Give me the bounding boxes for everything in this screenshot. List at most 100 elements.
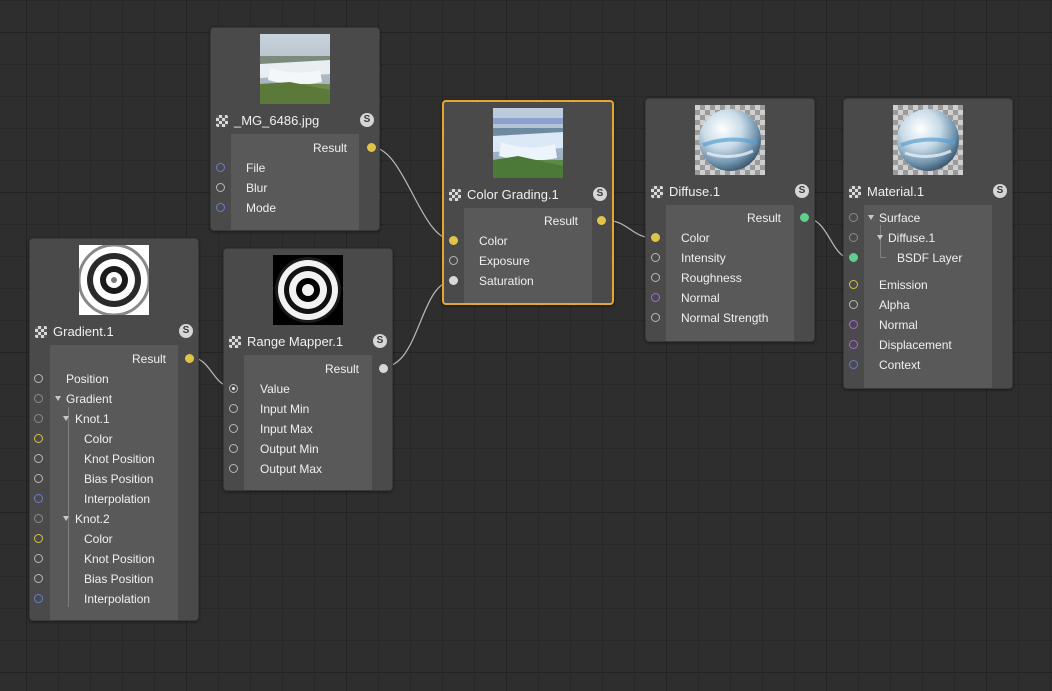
expand-arrow-icon[interactable] [63, 416, 69, 421]
input-port[interactable] [651, 253, 660, 262]
node-title[interactable]: _MG_6486.jpg [234, 113, 319, 128]
input-port[interactable] [34, 454, 43, 463]
input-port[interactable] [849, 233, 858, 242]
input-output-max: Output Max [224, 459, 392, 479]
input-port[interactable] [34, 574, 43, 583]
node-title[interactable]: Range Mapper.1 [247, 334, 343, 349]
input-surface: Surface [844, 208, 1012, 228]
node-type-icon [229, 336, 241, 348]
input-port[interactable] [849, 253, 858, 262]
expand-arrow-icon[interactable] [55, 396, 61, 401]
input-knot2-bias-position: Bias Position [30, 569, 198, 589]
input-knot2-interpolation: Interpolation [30, 589, 198, 609]
input-port[interactable] [849, 280, 858, 289]
input-port[interactable] [216, 183, 225, 192]
output-port[interactable] [597, 216, 606, 225]
input-port[interactable] [651, 313, 660, 322]
solo-button[interactable]: S [993, 184, 1007, 198]
input-knot2-color: Color [30, 529, 198, 549]
solo-button[interactable]: S [179, 324, 193, 338]
input-color: Color [646, 228, 814, 248]
output-port[interactable] [800, 213, 809, 222]
node-title[interactable]: Gradient.1 [53, 324, 114, 339]
input-knot1-interpolation: Interpolation [30, 489, 198, 509]
input-port[interactable] [229, 464, 238, 473]
input-port[interactable] [34, 414, 43, 423]
node-type-icon [449, 189, 461, 201]
input-port[interactable] [651, 233, 660, 242]
node-color-grading[interactable]: Color Grading.1 S Result Color Exposure … [442, 100, 614, 305]
input-knot1-knot-position: Knot Position [30, 449, 198, 469]
sphere-preview-thumbnail [695, 105, 765, 175]
input-blur: Blur [211, 178, 379, 198]
high-contrast-rings-thumbnail [273, 255, 343, 325]
input-port[interactable] [849, 340, 858, 349]
input-port[interactable] [216, 163, 225, 172]
input-port[interactable] [229, 384, 238, 393]
input-port[interactable] [34, 394, 43, 403]
node-type-icon [216, 115, 228, 127]
node-material[interactable]: Material.1 S Surface Diffuse.1 BSDF Laye… [843, 98, 1013, 389]
input-roughness: Roughness [646, 268, 814, 288]
input-port[interactable] [34, 374, 43, 383]
node-type-icon [849, 186, 861, 198]
input-knot1: Knot.1 [30, 409, 198, 429]
input-position: Position [30, 369, 198, 389]
output-result: Result [224, 359, 392, 379]
output-result: Result [30, 349, 198, 369]
input-mode: Mode [211, 198, 379, 218]
input-port[interactable] [651, 293, 660, 302]
node-type-icon [35, 326, 47, 338]
input-displacement: Displacement [844, 335, 1012, 355]
input-emission: Emission [844, 275, 1012, 295]
output-port[interactable] [185, 354, 194, 363]
input-port[interactable] [651, 273, 660, 282]
input-port[interactable] [34, 434, 43, 443]
input-port[interactable] [229, 424, 238, 433]
output-port[interactable] [379, 364, 388, 373]
input-knot1-bias-position: Bias Position [30, 469, 198, 489]
node-gradient[interactable]: Gradient.1 S Result Position Gradient Kn… [29, 238, 199, 621]
input-port[interactable] [34, 534, 43, 543]
node-range-mapper[interactable]: Range Mapper.1 S Result Value Input Min … [223, 248, 393, 491]
wire-image-to-colorgrading[interactable] [370, 146, 454, 241]
input-port[interactable] [229, 404, 238, 413]
input-port[interactable] [849, 320, 858, 329]
node-title[interactable]: Diffuse.1 [669, 184, 720, 199]
node-image[interactable]: _MG_6486.jpg S Result File Blur Mode [210, 27, 380, 231]
input-port[interactable] [849, 300, 858, 309]
output-port[interactable] [367, 143, 376, 152]
input-port[interactable] [449, 276, 458, 285]
input-port[interactable] [34, 514, 43, 523]
expand-arrow-icon[interactable] [877, 235, 883, 240]
solo-button[interactable]: S [360, 113, 374, 127]
input-bsdf-layer: BSDF Layer [844, 248, 1012, 268]
node-title[interactable]: Color Grading.1 [467, 187, 559, 202]
input-normal-strength: Normal Strength [646, 308, 814, 328]
input-port[interactable] [229, 444, 238, 453]
solo-button[interactable]: S [373, 334, 387, 348]
input-color: Color [444, 231, 612, 251]
node-diffuse[interactable]: Diffuse.1 S Result Color Intensity Rough… [645, 98, 815, 342]
solo-button[interactable]: S [795, 184, 809, 198]
expand-arrow-icon[interactable] [63, 516, 69, 521]
input-value: Value [224, 379, 392, 399]
input-diffuse: Diffuse.1 [844, 228, 1012, 248]
node-title[interactable]: Material.1 [867, 184, 924, 199]
waterfall-image-thumbnail [260, 34, 330, 104]
expand-arrow-icon[interactable] [868, 215, 874, 220]
output-result: Result [211, 138, 379, 158]
input-port[interactable] [849, 360, 858, 369]
input-port[interactable] [34, 474, 43, 483]
input-port[interactable] [34, 594, 43, 603]
input-context: Context [844, 355, 1012, 375]
solo-button[interactable]: S [593, 187, 607, 201]
input-port[interactable] [449, 236, 458, 245]
input-port[interactable] [34, 554, 43, 563]
input-port[interactable] [216, 203, 225, 212]
input-port[interactable] [449, 256, 458, 265]
input-port[interactable] [849, 213, 858, 222]
input-port[interactable] [34, 494, 43, 503]
concentric-rings-thumbnail [77, 243, 151, 317]
input-gradient: Gradient [30, 389, 198, 409]
